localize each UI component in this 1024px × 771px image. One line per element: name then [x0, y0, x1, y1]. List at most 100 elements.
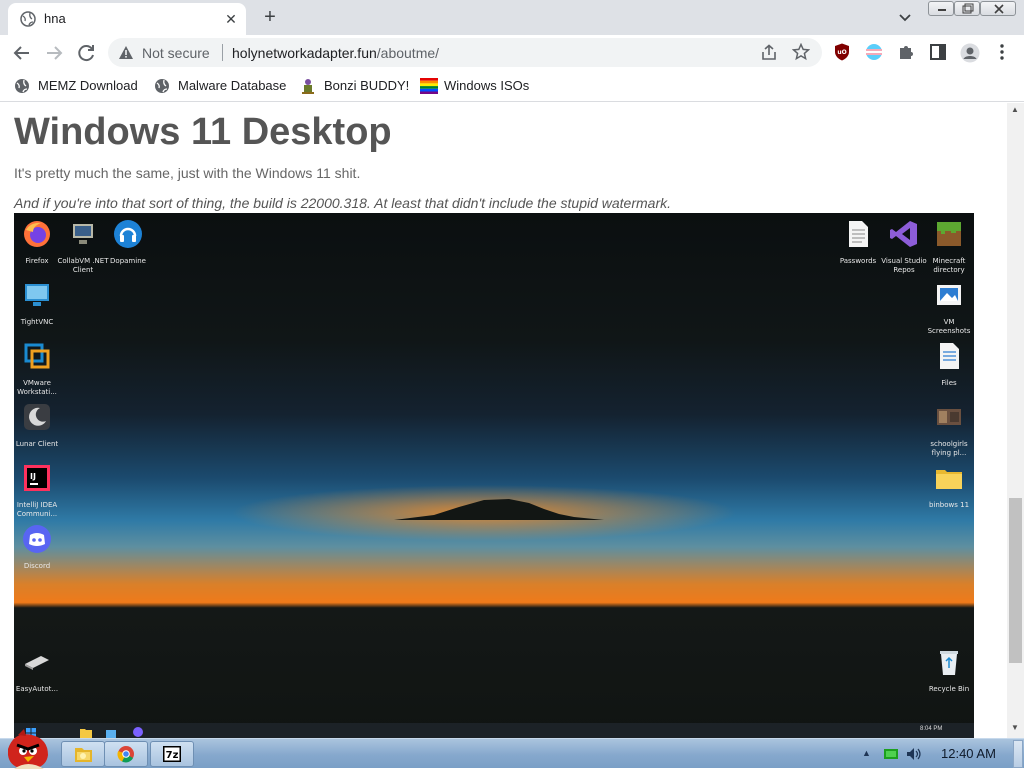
chat-icon [133, 727, 143, 737]
extension-pride-icon[interactable] [865, 43, 883, 61]
desktop-icon-label: Passwords [839, 257, 877, 265]
os-taskbar: 7z ▲ 12:40 AM [0, 729, 1024, 769]
bookmark-star-icon[interactable] [792, 43, 810, 61]
security-status-text[interactable]: Not secure [142, 45, 210, 61]
intellij-icon: IJ [24, 465, 50, 491]
page-title: Windows 11 Desktop [14, 111, 392, 153]
desktop-icon-intellij[interactable]: IJ IntelliJ IDEA Communi... [14, 462, 63, 519]
taskbar-chrome-button[interactable] [104, 741, 148, 767]
desktop-icon-label: Recycle Bin [928, 685, 970, 693]
forward-arrow-icon[interactable] [40, 39, 68, 67]
desktop-icon-passwords[interactable]: Passwords [832, 218, 884, 266]
url-text[interactable]: holynetworkadapter.fun/aboutme/ [232, 45, 439, 61]
profile-icon[interactable] [960, 43, 980, 63]
browser-toolbar: Not secure holynetworkadapter.fun/aboutm… [0, 35, 1024, 70]
tab-close-icon[interactable]: ✕ [222, 10, 240, 28]
svg-text:IJ: IJ [30, 472, 36, 481]
url-domain: holynetworkadapter.fun [232, 45, 377, 61]
desktop-icon-vm-screenshots[interactable]: VM Screenshots [923, 279, 974, 336]
svg-text:uO: uO [837, 49, 846, 56]
page-note: And if you're into that sort of thing, t… [14, 195, 671, 211]
page-paragraph: It's pretty much the same, just with the… [14, 165, 361, 181]
taskbar-7zip-button[interactable]: 7z [150, 741, 194, 767]
bookmarks-bar: MEMZ Download Malware Database Bonzi BUD… [0, 70, 1024, 102]
desktop-icon-lunar-client[interactable]: Lunar Client [14, 401, 63, 449]
warning-triangle-icon[interactable] [118, 45, 134, 60]
address-bar[interactable]: Not secure holynetworkadapter.fun/aboutm… [108, 38, 822, 67]
desktop-icon-files[interactable]: Files [923, 340, 974, 388]
scrollbar-thumb[interactable] [1009, 498, 1022, 663]
discord-icon [23, 525, 51, 553]
sidepanel-icon[interactable] [929, 43, 947, 61]
url-path: /aboutme/ [376, 45, 440, 61]
desktop-icon-discord[interactable]: Discord [14, 523, 63, 571]
recycle-bin-icon [940, 651, 958, 675]
image-file-icon [937, 285, 961, 305]
desktop-icon-label: binbows 11 [928, 501, 970, 509]
ublock-icon[interactable]: uO [834, 43, 850, 61]
new-tab-button[interactable]: + [256, 5, 284, 31]
page-content: Windows 11 Desktop It's pretty much the … [0, 103, 1007, 738]
window-close-button[interactable] [980, 1, 1016, 16]
restore-icon [962, 3, 974, 14]
scroll-up-arrow-icon[interactable]: ▲ [1011, 105, 1019, 114]
screenshot-taskbar: 8:04 PM [14, 723, 974, 738]
desktop-icon-easyautotagger[interactable]: EasyAutot... [14, 646, 63, 694]
scroll-down-arrow-icon[interactable]: ▼ [1011, 723, 1019, 732]
bookmark-label: MEMZ Download [38, 78, 138, 93]
minimize-icon [938, 9, 946, 11]
desktop-icon-dopamine[interactable]: Dopamine [102, 218, 154, 266]
text-file-icon [849, 221, 868, 247]
chrome-icon [117, 746, 134, 763]
bookmark-windows-isos[interactable]: Windows ISOs [420, 76, 530, 96]
document-icon [940, 343, 959, 369]
menu-icon[interactable] [994, 43, 1010, 61]
taskbar-explorer-button[interactable] [61, 741, 105, 767]
desktop-icon-tightvnc[interactable]: TightVNC [14, 279, 63, 327]
desktop-icon-vmware[interactable]: VMware Workstati... [14, 340, 63, 397]
network-icon[interactable] [884, 748, 898, 760]
desktop-icon-binbows-11[interactable]: binbows 11 [923, 462, 974, 510]
desktop-icon-schoolgirls[interactable]: schoolgirls flying pl... [923, 401, 974, 458]
easyautotagger-icon [25, 656, 49, 670]
tab-hna[interactable]: hna ✕ [8, 3, 246, 35]
globe-icon [155, 79, 169, 93]
puzzle-icon[interactable] [897, 43, 915, 61]
bonzi-icon [302, 79, 314, 94]
tray-expand-arrow-icon[interactable]: ▲ [862, 748, 871, 758]
desktop-icon-firefox[interactable]: Firefox [14, 218, 63, 266]
desktop-icon-recycle-bin[interactable]: Recycle Bin [923, 646, 974, 694]
vmware-icon [24, 343, 50, 369]
bookmark-label: Malware Database [178, 78, 287, 93]
desktop-icon-label: Minecraft directory [932, 257, 966, 274]
page-scrollbar[interactable]: ▲ ▼ [1007, 103, 1024, 738]
7zip-label: 7z [166, 750, 179, 761]
window-maximize-button[interactable] [954, 1, 980, 16]
thumbnail-icon [937, 409, 961, 425]
desktop-icon-label: Lunar Client [15, 440, 59, 448]
tab-strip: hna ✕ + [0, 0, 1024, 35]
tab-search-chevron-icon[interactable] [893, 8, 917, 28]
share-icon[interactable] [760, 44, 778, 61]
bookmark-memz-download[interactable]: MEMZ Download [14, 76, 144, 96]
7zip-icon: 7z [163, 746, 181, 762]
close-icon [994, 4, 1004, 14]
window-minimize-button[interactable] [928, 1, 954, 16]
bookmark-malware-database[interactable]: Malware Database [154, 76, 294, 96]
reload-icon[interactable] [72, 39, 100, 67]
globe-icon [15, 79, 29, 93]
back-arrow-icon[interactable] [8, 39, 36, 67]
bookmark-bonzi-buddy[interactable]: Bonzi BUDDY! [300, 76, 410, 96]
angry-bird-start-icon[interactable] [4, 729, 52, 771]
desktop-icon-minecraft[interactable]: Minecraft directory [923, 218, 974, 275]
desktop-icon-label: Discord [23, 562, 51, 570]
tab-title: hna [44, 11, 66, 26]
system-clock[interactable]: 12:40 AM [941, 746, 996, 761]
desktop-icon-label: schoolgirls flying pl... [930, 440, 968, 457]
show-desktop-button[interactable] [1013, 740, 1023, 768]
visual-studio-icon [890, 221, 917, 247]
desktop-icon-label: TightVNC [20, 318, 54, 326]
desktop-icon-label: VM Screenshots [927, 318, 971, 335]
omnibox-divider [222, 44, 223, 61]
volume-icon[interactable] [906, 747, 922, 761]
